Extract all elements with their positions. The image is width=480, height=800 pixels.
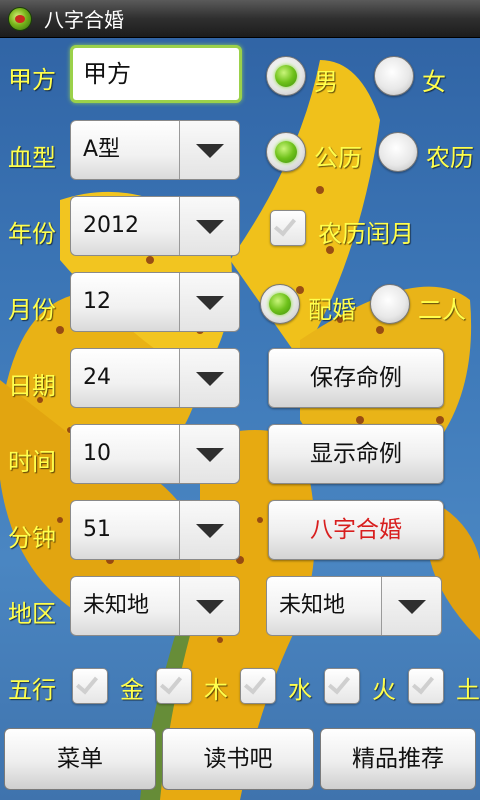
- day-label: 日期: [8, 372, 56, 400]
- minute-spinner[interactable]: 51: [70, 500, 240, 560]
- main-form: 甲方 甲方 男 女 血型 A型 公历 农历 年份 2012 农历闰月 月份 12…: [0, 38, 480, 800]
- app-title: 八字合婚: [44, 8, 124, 32]
- hour-value: 10: [83, 441, 111, 466]
- calendar-solar-label: 公历: [314, 144, 362, 172]
- check-icon: [243, 671, 267, 695]
- app-icon: [8, 6, 32, 31]
- check-icon: [327, 671, 351, 695]
- elements-label: 五行: [8, 676, 56, 704]
- gender-male-label: 男: [314, 68, 338, 96]
- chevron-down-icon: [196, 448, 224, 462]
- blood-label: 血型: [8, 144, 56, 172]
- element-fire-checkbox[interactable]: [324, 668, 360, 704]
- check-icon: [159, 671, 183, 695]
- gender-female-radio[interactable]: [374, 56, 414, 96]
- day-value: 24: [83, 365, 111, 390]
- region-value-2: 未知地: [279, 593, 346, 618]
- name-input[interactable]: 甲方: [70, 45, 242, 103]
- element-earth-label: 土: [456, 676, 480, 704]
- calendar-lunar-label: 农历: [426, 144, 474, 172]
- minute-value: 51: [83, 517, 111, 542]
- name-label: 甲方: [8, 66, 56, 94]
- blood-spinner[interactable]: A型: [70, 120, 240, 180]
- region-dropdown-button-2[interactable]: [381, 577, 441, 635]
- leap-month-checkbox[interactable]: [270, 210, 306, 246]
- blood-value: A型: [83, 137, 121, 162]
- calendar-solar-radio[interactable]: [266, 132, 306, 172]
- mode-match-label: 配婚: [308, 296, 356, 324]
- region-value-1: 未知地: [83, 593, 150, 618]
- element-water-label: 水: [288, 676, 312, 704]
- chevron-down-icon: [196, 296, 224, 310]
- day-dropdown-button[interactable]: [179, 349, 239, 407]
- day-spinner[interactable]: 24: [70, 348, 240, 408]
- year-value: 2012: [83, 213, 139, 238]
- element-fire-label: 火: [372, 676, 396, 704]
- region-label: 地区: [8, 600, 56, 628]
- month-label: 月份: [8, 296, 56, 324]
- element-earth-checkbox[interactable]: [408, 668, 444, 704]
- leap-month-label: 农历闰月: [318, 220, 414, 248]
- mode-two-radio[interactable]: [370, 284, 410, 324]
- hour-spinner[interactable]: 10: [70, 424, 240, 484]
- element-metal-label: 金: [120, 676, 144, 704]
- element-metal-checkbox[interactable]: [72, 668, 108, 704]
- check-icon: [273, 213, 297, 237]
- gender-male-radio[interactable]: [266, 56, 306, 96]
- mode-match-radio[interactable]: [260, 284, 300, 324]
- region-dropdown-button-1[interactable]: [179, 577, 239, 635]
- month-dropdown-button[interactable]: [179, 273, 239, 331]
- recommend-button[interactable]: 精品推荐: [320, 728, 476, 790]
- month-spinner[interactable]: 12: [70, 272, 240, 332]
- chevron-down-icon: [196, 144, 224, 158]
- check-icon: [75, 671, 99, 695]
- chevron-down-icon: [196, 524, 224, 538]
- marriage-match-button[interactable]: 八字合婚: [268, 500, 444, 560]
- hour-dropdown-button[interactable]: [179, 425, 239, 483]
- save-case-button[interactable]: 保存命例: [268, 348, 444, 408]
- title-bar: 八字合婚: [0, 0, 480, 38]
- calendar-lunar-radio[interactable]: [378, 132, 418, 172]
- month-value: 12: [83, 289, 111, 314]
- mode-two-label: 二人: [418, 296, 466, 324]
- menu-button[interactable]: 菜单: [4, 728, 156, 790]
- element-water-checkbox[interactable]: [240, 668, 276, 704]
- chevron-down-icon: [196, 600, 224, 614]
- gender-female-label: 女: [422, 68, 446, 96]
- minute-label: 分钟: [8, 524, 56, 552]
- element-wood-label: 木: [204, 676, 228, 704]
- element-wood-checkbox[interactable]: [156, 668, 192, 704]
- year-label: 年份: [8, 220, 56, 248]
- reading-button[interactable]: 读书吧: [162, 728, 314, 790]
- region-spinner-1[interactable]: 未知地: [70, 576, 240, 636]
- chevron-down-icon: [196, 220, 224, 234]
- show-case-button[interactable]: 显示命例: [268, 424, 444, 484]
- year-dropdown-button[interactable]: [179, 197, 239, 255]
- minute-dropdown-button[interactable]: [179, 501, 239, 559]
- region-spinner-2[interactable]: 未知地: [266, 576, 442, 636]
- chevron-down-icon: [398, 600, 426, 614]
- chevron-down-icon: [196, 372, 224, 386]
- blood-dropdown-button[interactable]: [179, 121, 239, 179]
- year-spinner[interactable]: 2012: [70, 196, 240, 256]
- check-icon: [411, 671, 435, 695]
- hour-label: 时间: [8, 448, 56, 476]
